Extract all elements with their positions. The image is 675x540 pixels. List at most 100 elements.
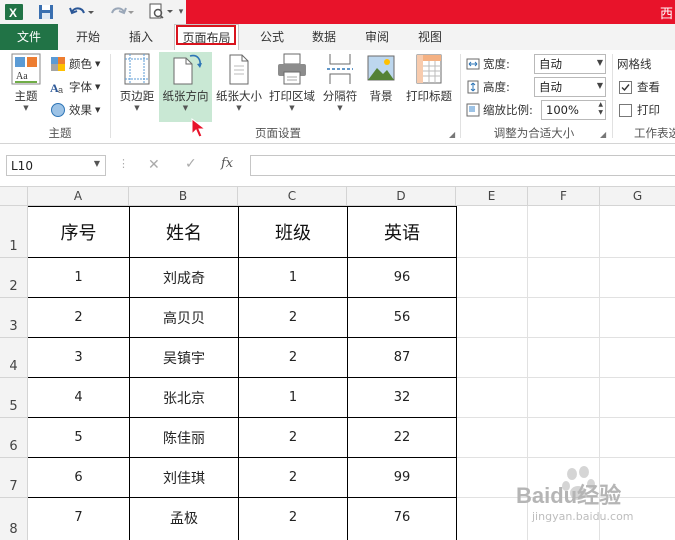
column-header[interactable]: D [347, 187, 456, 206]
tab-file[interactable]: 文件 [0, 24, 58, 50]
more-options-icon[interactable]: ⋮ [118, 157, 129, 170]
svg-text:a: a [58, 85, 63, 95]
table-cell[interactable]: 7 [28, 498, 129, 537]
chevron-down-icon: ▼ [596, 81, 603, 90]
orientation-button[interactable]: 纸张方向 ▼ [159, 52, 212, 120]
paper-size-icon [229, 54, 249, 85]
table-cell[interactable]: 高贝贝 [130, 298, 238, 337]
checkbox-unchecked-icon[interactable] [619, 103, 632, 117]
cancel-icon[interactable]: ✕ [148, 157, 160, 173]
enter-icon[interactable]: ✓ [185, 156, 197, 172]
width-icon [466, 58, 480, 70]
dialog-launcher-icon[interactable]: ◢ [600, 130, 606, 139]
breaks-button[interactable]: 分隔符 ▼ [320, 52, 360, 120]
table-cell[interactable]: 56 [348, 298, 456, 337]
row-header[interactable]: 3 [0, 298, 28, 338]
table-cell[interactable]: 吴镇宇 [130, 338, 238, 377]
chevron-down-icon: ▼ [23, 104, 29, 112]
print-area-button[interactable]: 打印区域 ▼ [266, 52, 318, 120]
table-header-cell[interactable]: 序号 [28, 207, 129, 257]
gridlines-view-checkbox[interactable]: 查看 [619, 77, 660, 97]
table-cell[interactable]: 76 [348, 498, 456, 537]
svg-text:X: X [9, 6, 17, 20]
table-cell[interactable]: 99 [348, 458, 456, 497]
table-cell[interactable]: 孟极 [130, 498, 238, 537]
redo-icon[interactable] [106, 2, 136, 22]
name-box[interactable]: L10 ▼ [6, 155, 106, 176]
gridlines-print-checkbox[interactable]: 打印 [619, 100, 660, 120]
width-select[interactable]: 自动 ▼ [534, 54, 606, 74]
column-header[interactable]: A [28, 187, 129, 206]
table-cell[interactable]: 87 [348, 338, 456, 377]
table-cell[interactable]: 22 [348, 418, 456, 457]
tab-formulas[interactable]: 公式 [250, 24, 294, 50]
chevron-down-icon: ▼ [337, 104, 343, 112]
row-header[interactable]: 1 [0, 206, 28, 258]
tab-data[interactable]: 数据 [302, 24, 346, 50]
table-header-cell[interactable]: 姓名 [130, 207, 238, 257]
formula-input[interactable] [250, 155, 675, 176]
dialog-launcher-icon[interactable]: ◢ [449, 130, 455, 139]
name-box-value: L10 [11, 158, 33, 173]
table-cell[interactable]: 2 [239, 418, 347, 457]
chevron-down-icon: ▼ [95, 83, 101, 91]
tab-insert[interactable]: 插入 [119, 24, 163, 50]
column-header[interactable]: C [238, 187, 347, 206]
table-cell[interactable]: 96 [348, 258, 456, 297]
row-header[interactable]: 4 [0, 338, 28, 378]
table-cell[interactable]: 32 [348, 378, 456, 417]
column-header[interactable]: E [456, 187, 528, 206]
theme-fonts-button[interactable]: Aa 字体 ▼ [50, 77, 100, 97]
print-preview-icon[interactable] [146, 2, 176, 22]
row-header[interactable]: 6 [0, 418, 28, 458]
table-cell[interactable]: 2 [28, 298, 129, 337]
scale-spinner[interactable]: 100% ▲ ▼ [541, 100, 606, 120]
table-cell[interactable]: 2 [239, 458, 347, 497]
table-cell[interactable]: 刘佳琪 [130, 458, 238, 497]
select-all-corner[interactable] [0, 187, 28, 206]
background-label: 背景 [369, 89, 393, 103]
column-header[interactable]: G [600, 187, 675, 206]
table-cell[interactable]: 3 [28, 338, 129, 377]
save-icon[interactable] [36, 2, 56, 22]
customize-qat-icon[interactable]: ▾ [176, 2, 186, 22]
row-header[interactable]: 8 [0, 498, 28, 540]
column-header[interactable]: B [129, 187, 238, 206]
table-cell[interactable]: 张北京 [130, 378, 238, 417]
table-cell[interactable]: 2 [239, 338, 347, 377]
table-cell[interactable]: 4 [28, 378, 129, 417]
chevron-down-icon[interactable]: ▼ [94, 159, 100, 168]
spinner-arrows-icon[interactable]: ▲ ▼ [598, 101, 603, 117]
table-cell[interactable]: 2 [239, 498, 347, 537]
baidu-watermark: Baidu经验 jingyan.baidu.com [488, 466, 674, 538]
tab-home[interactable]: 开始 [66, 24, 110, 50]
table-header-cell[interactable]: 班级 [239, 207, 347, 257]
background-button[interactable]: 背景 [362, 52, 400, 120]
table-cell[interactable]: 1 [28, 258, 129, 297]
insert-function-icon[interactable]: fx [221, 156, 233, 171]
height-select[interactable]: 自动 ▼ [534, 77, 606, 97]
table-header-cell[interactable]: 英语 [348, 207, 456, 257]
table-cell[interactable]: 1 [239, 258, 347, 297]
table-cell[interactable]: 5 [28, 418, 129, 457]
margins-button[interactable]: 页边距 ▼ [116, 52, 158, 120]
table-cell[interactable]: 2 [239, 298, 347, 337]
table-cell[interactable]: 6 [28, 458, 129, 497]
themes-button[interactable]: Aa 主题 ▼ [6, 52, 46, 120]
size-button[interactable]: 纸张大小 ▼ [214, 52, 264, 120]
sheet-options-group-label: 工作表选 [634, 126, 675, 140]
row-header[interactable]: 7 [0, 458, 28, 498]
table-cell[interactable]: 陈佳丽 [130, 418, 238, 457]
row-header[interactable]: 5 [0, 378, 28, 418]
theme-colors-button[interactable]: 颜色 ▼ [50, 54, 100, 74]
undo-icon[interactable] [66, 2, 96, 22]
theme-effects-button[interactable]: 效果 ▼ [50, 100, 100, 120]
table-cell[interactable]: 1 [239, 378, 347, 417]
table-cell[interactable]: 刘成奇 [130, 258, 238, 297]
checkbox-checked-icon[interactable] [619, 80, 632, 94]
column-header[interactable]: F [528, 187, 600, 206]
tab-review[interactable]: 审阅 [355, 24, 399, 50]
row-header[interactable]: 2 [0, 258, 28, 298]
print-titles-button[interactable]: 打印标题 [402, 52, 456, 120]
tab-view[interactable]: 视图 [408, 24, 452, 50]
